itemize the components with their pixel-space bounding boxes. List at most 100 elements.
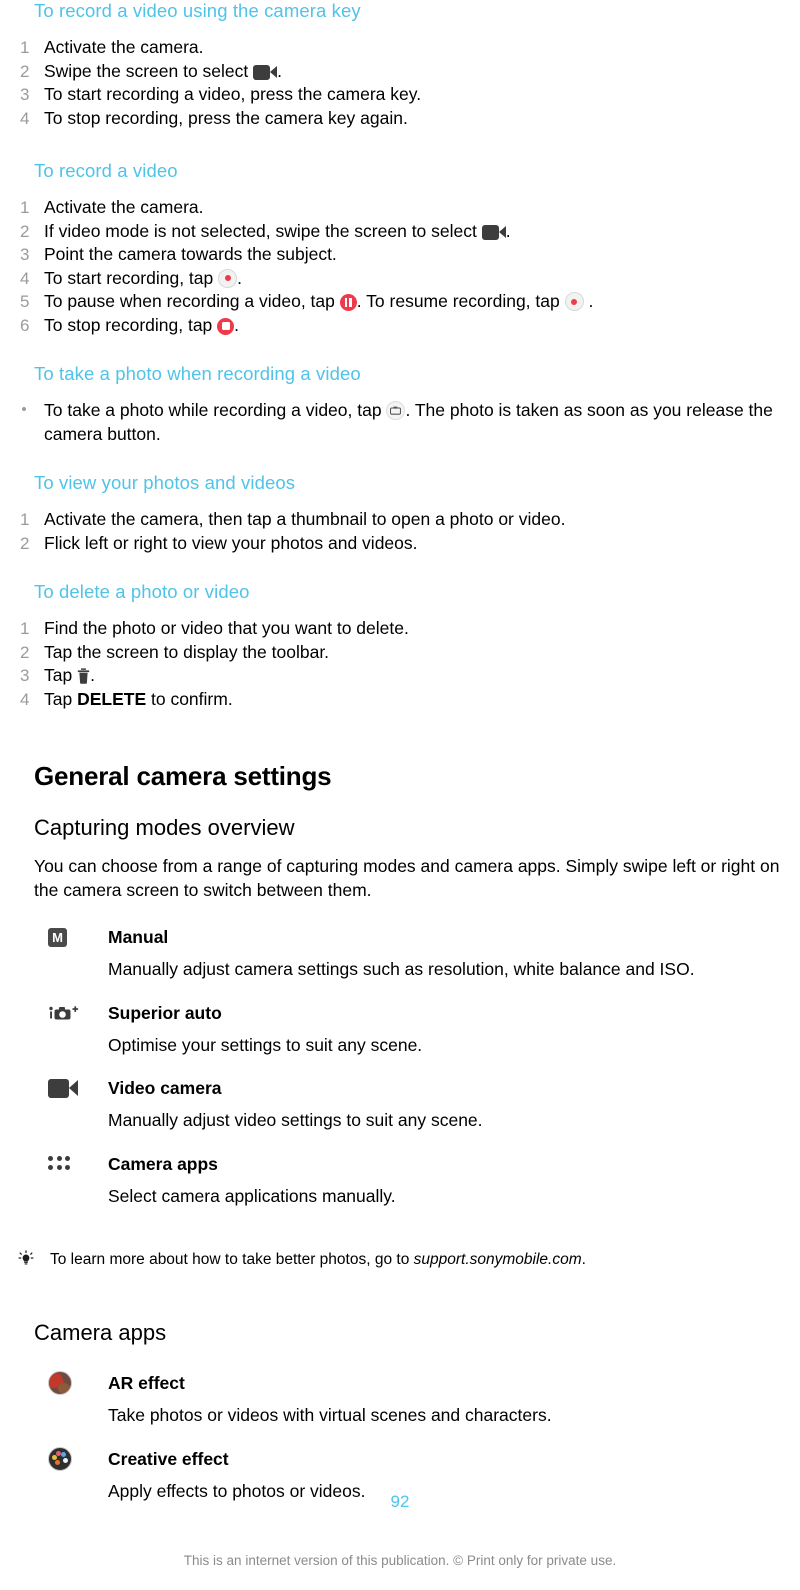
step-number: 2	[20, 221, 30, 241]
app-title: Creative effect	[108, 1448, 229, 1469]
step-text: Activate the camera.	[44, 197, 204, 217]
bullets-photo-while-recording: To take a photo while recording a video,…	[10, 399, 790, 446]
step-text-tail: .	[90, 665, 95, 685]
list-item: 6 To stop recording, tap .	[10, 314, 790, 338]
ar-effect-icon	[48, 1371, 88, 1395]
step-text-tail: .	[237, 267, 242, 288]
list-item: 4 Tap DELETE to confirm.	[10, 688, 790, 712]
step-number: 2	[20, 533, 30, 553]
mode-title: Camera apps	[108, 1153, 218, 1174]
list-item: 2 Tap the screen to display the toolbar.	[10, 641, 790, 665]
manual-m-icon: M	[48, 926, 88, 948]
step-text-tail: .	[277, 60, 283, 81]
steps-delete-photo-video: 1 Find the photo or video that you want …	[10, 617, 790, 711]
step-text-tail: to confirm.	[146, 688, 233, 709]
step-text: To start recording a video, press the ca…	[44, 84, 422, 104]
step-number: 2	[20, 61, 30, 81]
app-description: Take photos or videos with virtual scene…	[108, 1405, 552, 1425]
record-icon	[564, 292, 584, 311]
document-page: To record a video using the camera key 1…	[0, 0, 800, 1590]
stop-icon	[217, 317, 235, 335]
creative-effect-icon	[48, 1446, 88, 1471]
list-item: 3 To start recording a video, press the …	[10, 83, 790, 107]
step-text: Swipe the screen to select	[44, 60, 254, 81]
tip-note: To learn more about how to take better p…	[10, 1250, 790, 1272]
tip-link-text: support.sonymobile.com	[413, 1251, 582, 1268]
subtitle-capturing-modes-overview: Capturing modes overview	[34, 815, 295, 840]
step-text: To stop recording, press the camera key …	[44, 107, 408, 128]
step-number: 4	[20, 108, 30, 128]
step-number: 1	[20, 198, 30, 217]
pause-icon	[339, 294, 357, 311]
list-item: 3 Point the camera towards the subject.	[10, 243, 790, 267]
section-heading-view-photos-videos: To view your photos and videos	[34, 472, 296, 493]
mode-title: Manual	[108, 927, 169, 947]
step-text: Flick left or right to view your photos …	[44, 532, 418, 553]
tip-text: To learn more about how to take better p…	[50, 1250, 790, 1270]
list-item: 1 Activate the camera.	[10, 196, 790, 220]
step-number: 5	[20, 292, 30, 311]
steps-view-photos-videos: 1 Activate the camera, then tap a thumbn…	[10, 508, 790, 555]
subtitle-camera-apps: Camera apps	[34, 1320, 167, 1345]
mode-title: Superior auto	[108, 1002, 222, 1023]
mode-item-manual: M Manual	[10, 926, 790, 948]
step-text-tail: .	[234, 314, 240, 335]
step-text: Activate the camera.	[44, 37, 204, 57]
superior-auto-glyph	[49, 1005, 79, 1019]
mode-description: Select camera applications manually.	[108, 1185, 396, 1206]
step-text: Tap	[44, 665, 78, 685]
list-item: 4 To stop recording, press the camera ke…	[10, 107, 790, 131]
video-camera-glyph	[48, 1078, 78, 1098]
list-item: 1 Find the photo or video that you want …	[10, 617, 790, 641]
step-number: 6	[20, 315, 30, 335]
page-title-general-camera-settings: General camera settings	[34, 761, 332, 791]
step-text-mid: . To resume recording, tap	[356, 291, 565, 311]
step-text: Find the photo or video that you want to…	[44, 618, 409, 638]
steps-record-with-camera-key: 1 Activate the camera. 2 Swipe the scree…	[10, 36, 790, 130]
step-text: Tap	[44, 688, 78, 709]
list-item: To take a photo while recording a video,…	[10, 399, 790, 446]
tip-text-before: To learn more about how to take better p…	[50, 1251, 414, 1268]
bullet-dot-icon	[22, 407, 26, 411]
list-item: 2 Swipe the screen to select .	[10, 60, 790, 84]
delete-keyword: DELETE	[77, 688, 147, 709]
steps-record-a-video: 1 Activate the camera. 2 If video mode i…	[10, 196, 790, 337]
capturing-modes-intro: You can choose from a range of capturing…	[34, 856, 780, 900]
step-text-tail: .	[505, 220, 511, 241]
app-title: AR effect	[108, 1373, 185, 1393]
list-item: 2 If video mode is not selected, swipe t…	[10, 220, 790, 244]
section-heading-record-a-video: To record a video	[34, 160, 178, 181]
mode-item-camera-apps: Camera apps	[10, 1153, 790, 1175]
section-heading-record-with-camera-key: To record a video using the camera key	[34, 0, 361, 21]
camera-glyph	[390, 406, 402, 415]
mode-title: Video camera	[108, 1078, 222, 1098]
trash-icon	[77, 667, 90, 684]
section-heading-photo-while-recording: To take a photo when recording a video	[34, 363, 361, 384]
step-text-tail: .	[583, 291, 594, 311]
shutter-icon	[386, 401, 406, 420]
list-item: 5 To pause when recording a video, tap .…	[10, 290, 790, 314]
record-icon	[218, 268, 238, 288]
step-number: 1	[20, 619, 30, 638]
step-number: 3	[20, 245, 30, 264]
bullet-text: To take a photo while recording a video,…	[44, 400, 387, 420]
step-number: 3	[20, 666, 30, 685]
list-item: 2 Flick left or right to view your photo…	[10, 532, 790, 556]
step-text: Tap the screen to display the toolbar.	[44, 641, 330, 662]
page-number: 92	[390, 1492, 410, 1511]
step-text: If video mode is not selected, swipe the…	[44, 220, 482, 241]
step-number: 3	[20, 85, 30, 104]
step-number: 4	[20, 689, 30, 709]
list-item: 1 Activate the camera.	[10, 36, 790, 60]
mode-item-superior-auto: Superior auto	[10, 1002, 790, 1024]
app-item-creative-effect: Creative effect	[10, 1446, 790, 1471]
video-camera-icon	[48, 1077, 88, 1099]
step-number: 1	[20, 510, 30, 529]
mode-description: Optimise your settings to suit any scene…	[108, 1034, 423, 1055]
footer-note: This is an internet version of this publ…	[183, 1553, 617, 1568]
step-text: To pause when recording a video, tap	[44, 291, 340, 311]
list-item: 1 Activate the camera, then tap a thumbn…	[10, 508, 790, 532]
step-number: 1	[20, 38, 30, 57]
step-number: 4	[20, 268, 30, 288]
list-item: 4 To start recording, tap .	[10, 267, 790, 291]
